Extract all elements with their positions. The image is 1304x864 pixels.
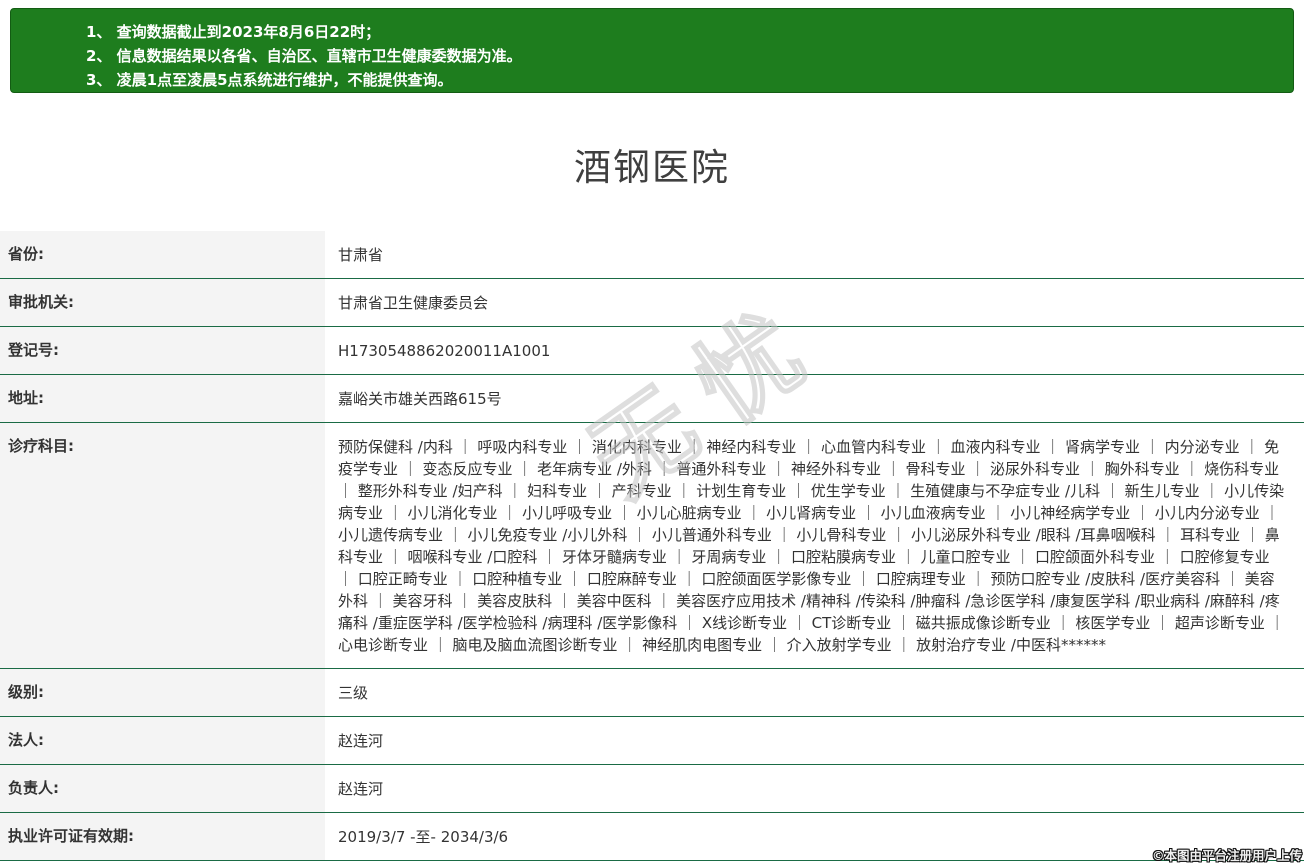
row-label-level: 级别:	[0, 668, 325, 717]
row-value-province: 甘肃省	[325, 231, 1304, 279]
table-row-person-in-charge: 负责人: 赵连河	[0, 764, 1304, 813]
row-label-approval-authority: 审批机关:	[0, 278, 325, 327]
table-row-address: 地址: 嘉峪关市雄关西路615号	[0, 374, 1304, 423]
row-label-medical-subjects: 诊疗科目:	[0, 422, 325, 669]
row-value-address: 嘉峪关市雄关西路615号	[325, 374, 1304, 423]
row-value-approval-authority: 甘肃省卫生健康委员会	[325, 278, 1304, 327]
row-label-person-in-charge: 负责人:	[0, 764, 325, 813]
notice-line-2: 2、 信息数据结果以各省、自治区、直辖市卫生健康委数据为准。	[86, 47, 522, 65]
table-row-license-validity: 执业许可证有效期: 2019/3/7 -至- 2034/3/6	[0, 812, 1304, 861]
row-value-level: 三级	[325, 668, 1304, 717]
row-label-registration-number: 登记号:	[0, 326, 325, 375]
table-row-legal-person: 法人: 赵连河	[0, 716, 1304, 765]
image-credit-watermark: ©本图由平台注册用户上传	[1151, 848, 1302, 863]
page-title: 酒钢医院	[574, 146, 730, 189]
row-value-medical-subjects: 预防保健科 /内科 ｜ 呼吸内科专业 ｜ 消化内科专业 ｜ 神经内科专业 ｜ 心…	[325, 422, 1304, 669]
table-row-level: 级别: 三级	[0, 668, 1304, 717]
table-row-medical-subjects: 诊疗科目: 预防保健科 /内科 ｜ 呼吸内科专业 ｜ 消化内科专业 ｜ 神经内科…	[0, 422, 1304, 669]
notice-line-1: 1、 查询数据截止到2023年8月6日22时；	[86, 23, 381, 41]
row-value-registration-number: H1730548862020011A1001	[325, 326, 1304, 375]
row-label-license-validity: 执业许可证有效期:	[0, 812, 325, 861]
row-label-legal-person: 法人:	[0, 716, 325, 765]
row-value-legal-person: 赵连河	[325, 716, 1304, 765]
table-row-approval-authority: 审批机关: 甘肃省卫生健康委员会	[0, 278, 1304, 327]
table-row-registration-number: 登记号: H1730548862020011A1001	[0, 326, 1304, 375]
hospital-info-table: 省份: 甘肃省 审批机关: 甘肃省卫生健康委员会 登记号: H173054886…	[0, 231, 1304, 861]
row-value-person-in-charge: 赵连河	[325, 764, 1304, 813]
notice-line-3: 3、 凌晨1点至凌晨5点系统进行维护，不能提供查询。	[86, 71, 453, 89]
notice-banner: 1、 查询数据截止到2023年8月6日22时； 2、 信息数据结果以各省、自治区…	[10, 8, 1294, 93]
row-label-province: 省份:	[0, 231, 325, 279]
table-row-province: 省份: 甘肃省	[0, 231, 1304, 279]
row-label-address: 地址:	[0, 374, 325, 423]
